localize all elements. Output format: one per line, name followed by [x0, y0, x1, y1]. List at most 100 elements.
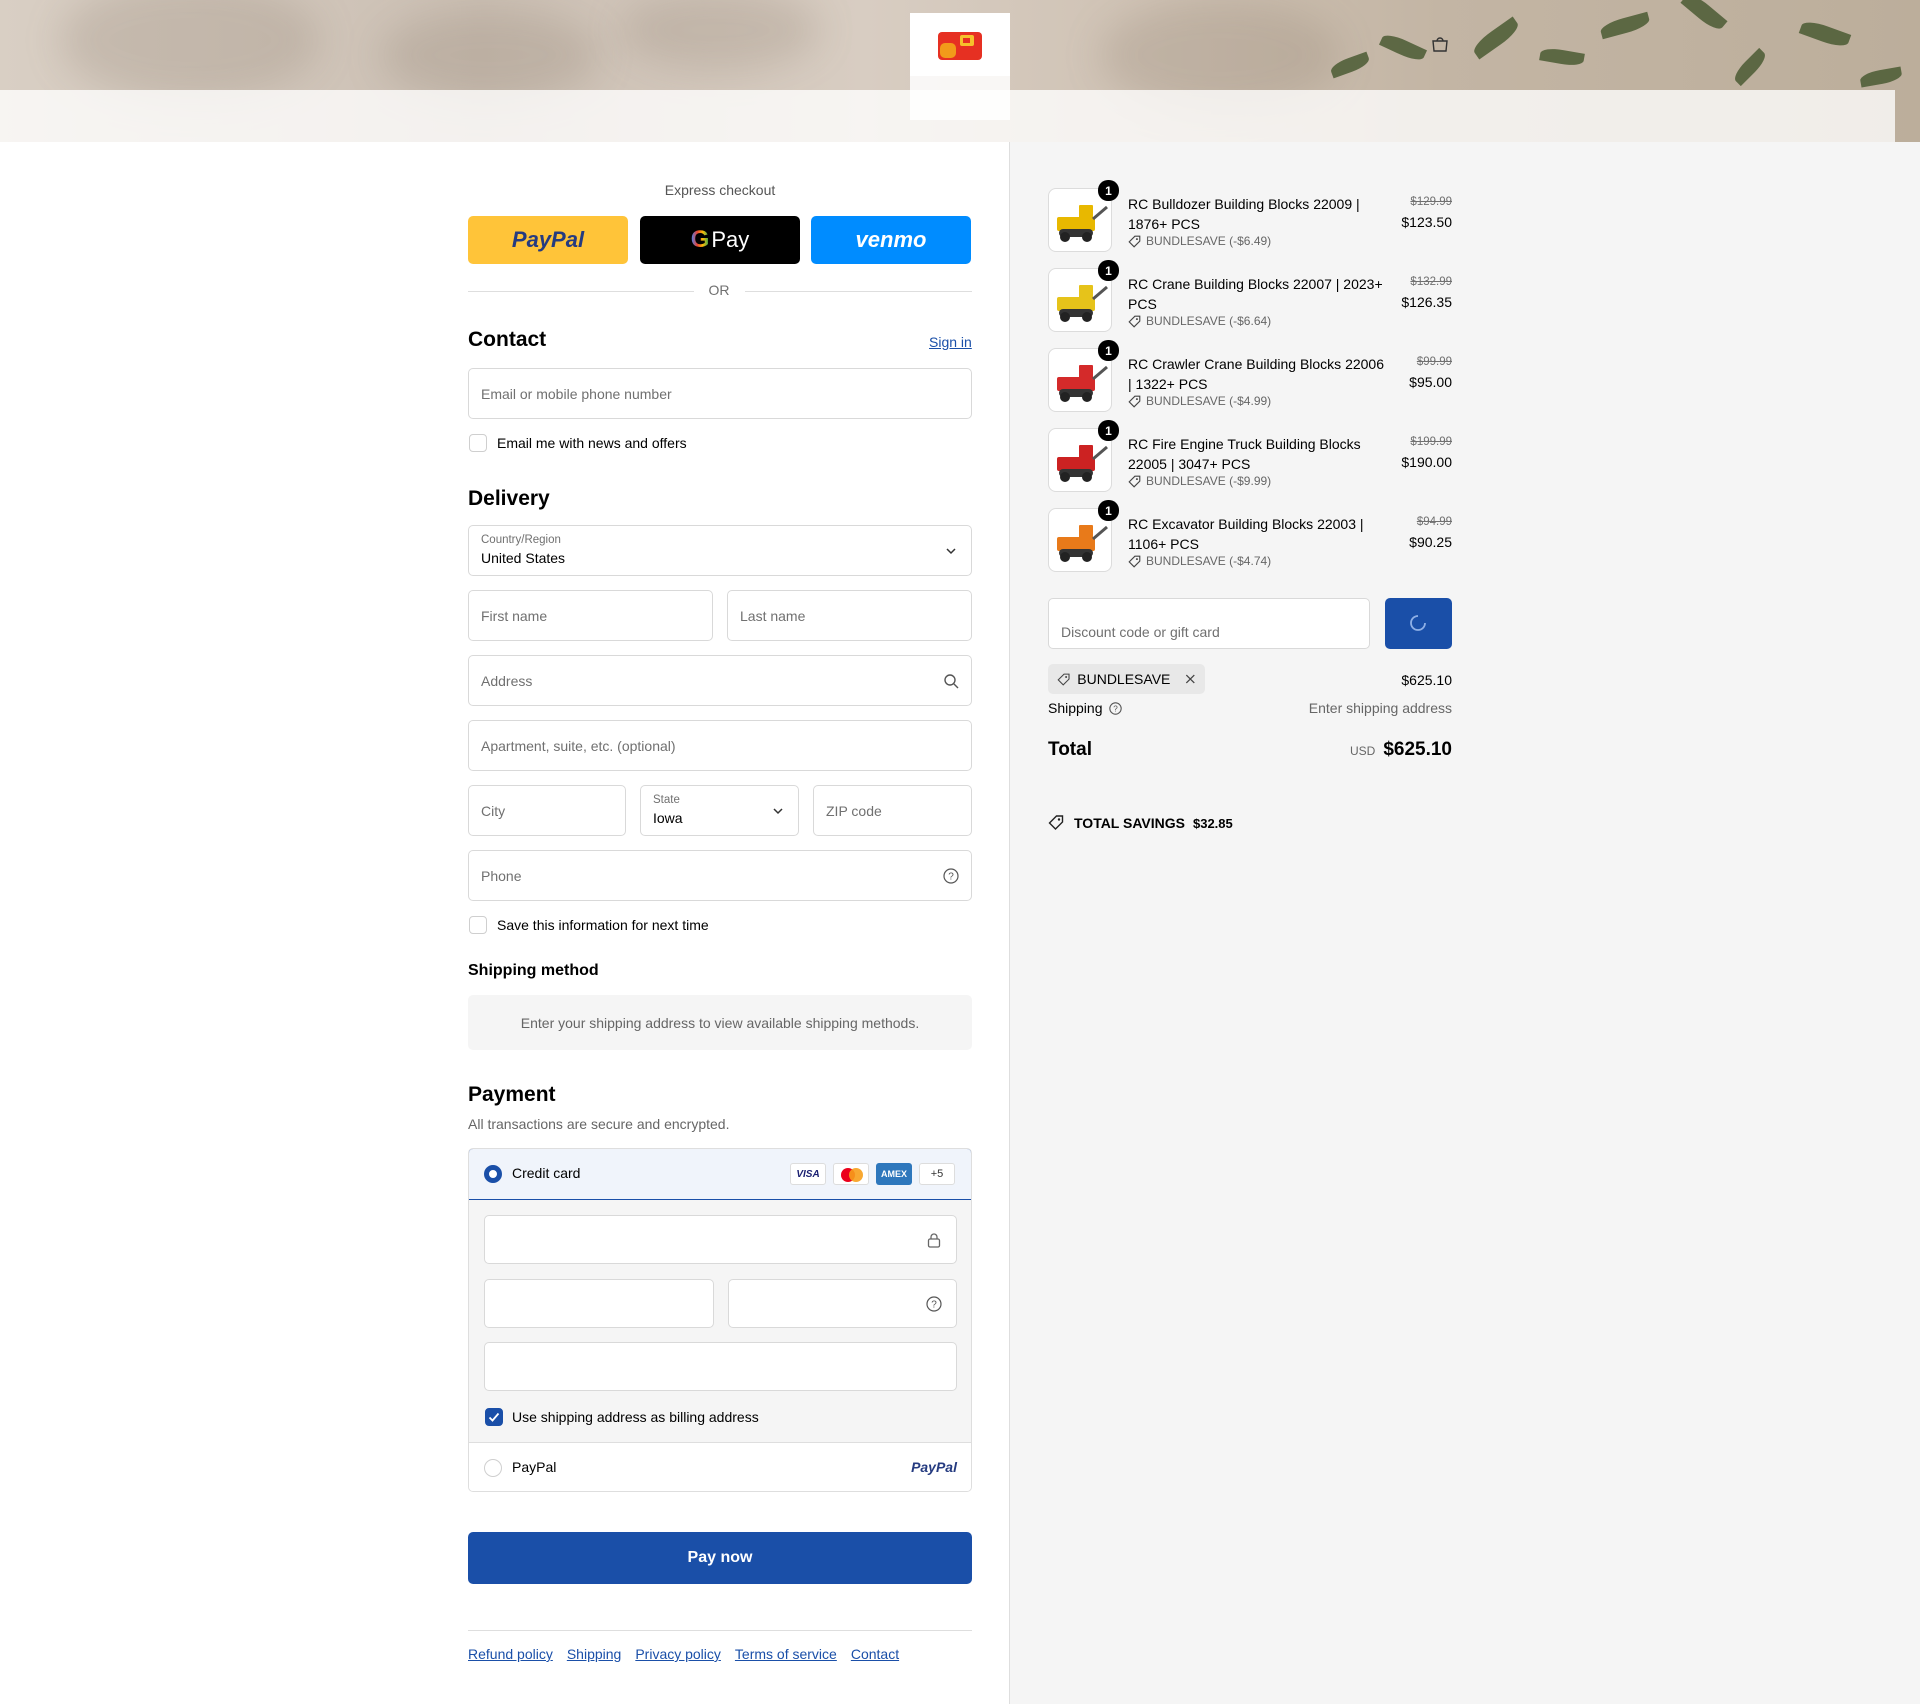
apartment-field[interactable]: Apartment, suite, etc. (optional) — [468, 720, 972, 771]
more-cards-label: +5 — [930, 1168, 944, 1180]
amex-icon: AMEX — [876, 1163, 912, 1185]
phone-field[interactable]: Phone ? — [468, 850, 972, 901]
last-name-field[interactable]: Last name — [727, 590, 972, 641]
discount-placeholder: Discount code or gift card — [1061, 623, 1220, 640]
apply-discount-button[interactable] — [1385, 598, 1452, 649]
more-cards-badge: +5 — [919, 1163, 955, 1185]
shipping-method-notice: Enter your shipping address to view avai… — [468, 995, 972, 1050]
svg-text:?: ? — [948, 871, 954, 882]
address-placeholder: Address — [481, 672, 533, 689]
order-item: 1 RC Excavator Building Blocks 22003 | 11… — [1048, 500, 1452, 578]
search-icon — [944, 673, 959, 688]
divider-right — [745, 291, 972, 292]
product-name: RC Bulldozer Building Blocks 22009 | 187… — [1128, 196, 1360, 232]
payment-heading: Payment — [468, 1083, 556, 1106]
quantity-badge: 1 — [1098, 500, 1119, 521]
card-number-field[interactable] — [484, 1215, 957, 1264]
shipping-label: Shipping — [1048, 700, 1103, 716]
help-icon[interactable]: ? — [926, 1296, 942, 1312]
paypal-express-button[interactable]: PayPal — [468, 216, 628, 264]
credit-card-option[interactable]: Credit card VISA AMEX +5 — [469, 1149, 971, 1200]
news-checkbox-label: Email me with news and offers — [497, 435, 687, 451]
last-name-placeholder: Last name — [740, 607, 806, 624]
store-logo-icon — [938, 32, 982, 60]
zip-field[interactable]: ZIP code — [813, 785, 972, 836]
visa-icon: VISA — [790, 1163, 826, 1185]
state-select[interactable]: State Iowa — [640, 785, 799, 836]
svg-text:?: ? — [1113, 704, 1118, 713]
check-icon — [488, 1412, 500, 1422]
paypal-radio[interactable] — [484, 1459, 502, 1477]
credit-card-radio[interactable] — [484, 1165, 502, 1183]
tag-icon — [1128, 475, 1141, 488]
item-discount: BUNDLESAVE (-$9.99) — [1128, 474, 1271, 488]
security-code-field[interactable]: ? — [728, 1279, 957, 1328]
contact-heading: Contact — [468, 328, 547, 351]
country-select[interactable]: Country/Region United States — [468, 525, 972, 576]
product-name: RC Crane Building Blocks 22007 | 2023+ P… — [1128, 276, 1383, 312]
billing-same-checkbox[interactable] — [485, 1408, 503, 1426]
refund-policy-link[interactable]: Refund policy — [468, 1646, 553, 1662]
discounted-price: $190.00 — [1401, 454, 1452, 470]
privacy-policy-link[interactable]: Privacy policy — [635, 1646, 721, 1662]
address-field[interactable]: Address — [468, 655, 972, 706]
shipping-policy-link[interactable]: Shipping — [567, 1646, 622, 1662]
contact-link[interactable]: Contact — [851, 1646, 899, 1662]
order-item: 1 RC Bulldozer Building Blocks 22009 | 18… — [1048, 180, 1452, 258]
help-icon[interactable]: ? — [1108, 701, 1122, 715]
discount-chip-code: BUNDLESAVE — [1077, 671, 1171, 687]
paypal-option[interactable]: PayPal PayPal — [469, 1442, 971, 1491]
pay-now-label: Pay now — [687, 1549, 753, 1566]
chevron-down-icon — [773, 807, 783, 814]
terms-of-service-link[interactable]: Terms of service — [735, 1646, 837, 1662]
discount-code-field[interactable]: Discount code or gift card — [1048, 598, 1370, 649]
original-price: $129.99 — [1410, 196, 1452, 208]
total-label: Total — [1048, 739, 1092, 760]
discounted-price: $95.00 — [1409, 374, 1452, 390]
state-value: Iowa — [653, 810, 683, 826]
total-savings: TOTAL SAVINGS $32.85 — [1048, 815, 1233, 831]
currency-code: USD — [1349, 744, 1376, 758]
paypal-logo: PayPal — [911, 1459, 957, 1475]
google-g-icon: G — [690, 226, 710, 253]
tag-icon — [1128, 315, 1141, 328]
city-field[interactable]: City — [468, 785, 626, 836]
chevron-down-icon — [946, 547, 956, 554]
footer-links: Refund policy Shipping Privacy policy Te… — [468, 1646, 899, 1662]
item-discount-text: BUNDLESAVE (-$4.74) — [1146, 554, 1272, 568]
quantity-badge: 1 — [1098, 340, 1119, 361]
paypal-option-label: PayPal — [512, 1459, 557, 1475]
tag-icon — [1128, 395, 1141, 408]
bag-icon[interactable] — [1431, 36, 1449, 52]
logo-reflection — [910, 76, 1010, 120]
phone-placeholder: Phone — [481, 867, 522, 884]
payment-methods-box: Credit card VISA AMEX +5 ? Use shipping … — [468, 1148, 972, 1492]
express-checkout-title: Express checkout — [664, 182, 776, 198]
store-logo[interactable] — [910, 13, 1010, 76]
shipping-notice-text: Enter your shipping address to view avai… — [520, 1014, 920, 1031]
divider-left — [468, 291, 694, 292]
sign-in-link[interactable]: Sign in — [929, 334, 972, 350]
delivery-heading: Delivery — [468, 487, 550, 510]
venmo-express-button[interactable]: venmo — [811, 216, 971, 264]
email-field[interactable]: Email or mobile phone number — [468, 368, 972, 419]
svg-text:?: ? — [931, 1300, 937, 1311]
mastercard-logo — [841, 1168, 863, 1182]
save-info-checkbox[interactable] — [469, 916, 487, 934]
mastercard-icon — [833, 1163, 869, 1185]
expiry-field[interactable] — [484, 1279, 714, 1328]
name-on-card-field[interactable] — [484, 1342, 957, 1391]
gpay-label: Pay — [711, 227, 750, 252]
country-value: United States — [481, 550, 566, 566]
close-icon[interactable] — [1185, 673, 1196, 685]
visa-label: VISA — [796, 1168, 820, 1180]
news-checkbox[interactable] — [469, 434, 487, 452]
pay-now-button[interactable]: Pay now — [468, 1532, 972, 1584]
gpay-express-button[interactable]: G Pay — [640, 216, 800, 264]
item-discount-text: BUNDLESAVE (-$6.64) — [1146, 314, 1272, 328]
first-name-field[interactable]: First name — [468, 590, 713, 641]
original-price: $99.99 — [1416, 356, 1452, 368]
email-placeholder: Email or mobile phone number — [481, 385, 672, 402]
product-name: RC Crawler Crane Building Blocks 22006 |… — [1128, 356, 1385, 392]
help-icon[interactable]: ? — [943, 867, 959, 884]
